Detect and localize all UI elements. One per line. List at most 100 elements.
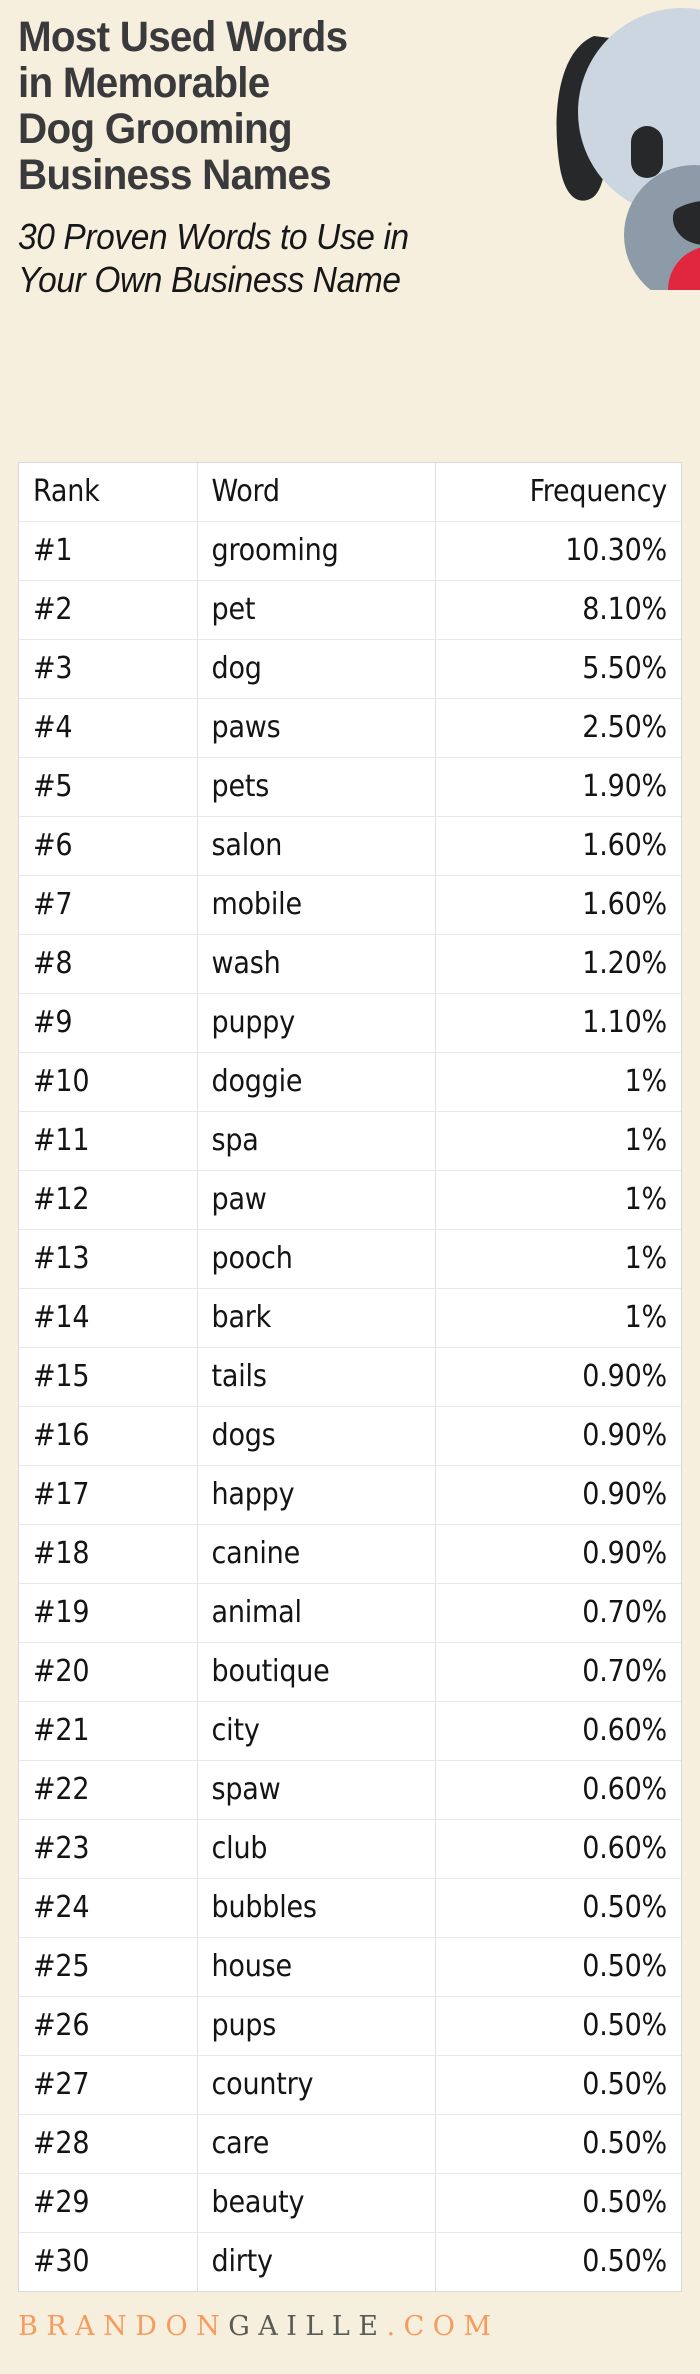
cell-frequency: 1% <box>435 1170 681 1230</box>
page-subtitle: 30 Proven Words to Use in Your Own Busin… <box>18 215 576 301</box>
cell-frequency: 0.60% <box>435 1760 681 1820</box>
cell-rank: #24 <box>19 1878 198 1938</box>
cell-rank: #16 <box>19 1406 198 1466</box>
cell-frequency: 0.60% <box>435 1701 681 1761</box>
cell-word: grooming <box>197 521 436 581</box>
table-header-row: Rank Word Frequency <box>19 463 681 522</box>
cell-word: pets <box>197 757 436 817</box>
table-row: #9 puppy 1.10% <box>19 993 681 1053</box>
cell-rank: #18 <box>19 1524 198 1584</box>
cell-rank: #20 <box>19 1642 198 1702</box>
cell-word: beauty <box>197 2173 436 2233</box>
cell-frequency: 0.50% <box>435 2055 681 2115</box>
cell-frequency: 1% <box>435 1111 681 1171</box>
cell-rank: #8 <box>19 934 198 994</box>
cell-rank: #9 <box>19 993 198 1053</box>
word-frequency-table: Rank Word Frequency #1 grooming 10.30% #2 pe… <box>19 463 681 2291</box>
cell-frequency: 0.90% <box>435 1524 681 1584</box>
cell-word: canine <box>197 1524 436 1584</box>
cell-rank: #6 <box>19 816 198 876</box>
title-line-1: Most Used Words <box>18 13 348 61</box>
cell-rank: #14 <box>19 1288 198 1348</box>
brand-text-gaille: GAILLE <box>228 2311 387 2342</box>
cell-frequency: 0.90% <box>435 1347 681 1407</box>
cell-word: bubbles <box>197 1878 436 1938</box>
brand-footer[interactable]: BRANDONGAILLE.COM <box>18 2312 682 2342</box>
cell-word: tails <box>197 1347 436 1407</box>
cell-word: house <box>197 1937 436 1997</box>
table-body: #1 grooming 10.30% #2 pet 8.10% #3 dog 5.50% #4 pa… <box>19 521 681 2291</box>
cell-word: paws <box>197 698 436 758</box>
cell-frequency: 1.90% <box>435 757 681 817</box>
title-line-4: Business Names <box>18 151 332 199</box>
dog-eye-icon <box>631 126 663 178</box>
table-row: #24 bubbles 0.50% <box>19 1878 681 1938</box>
cell-frequency: 1.10% <box>435 993 681 1053</box>
title-line-3: Dog Grooming <box>18 105 293 153</box>
table-row: #15 tails 0.90% <box>19 1347 681 1407</box>
cell-frequency: 0.50% <box>435 2173 681 2233</box>
cell-frequency: 0.90% <box>435 1406 681 1466</box>
table-row: #16 dogs 0.90% <box>19 1406 681 1466</box>
cell-rank: #25 <box>19 1937 198 1997</box>
cell-word: dog <box>197 639 436 699</box>
table-row: #26 pups 0.50% <box>19 1996 681 2056</box>
cell-word: animal <box>197 1583 436 1643</box>
table-row: #5 pets 1.90% <box>19 757 681 817</box>
table-row: #30 dirty 0.50% <box>19 2232 681 2291</box>
cell-rank: #17 <box>19 1465 198 1525</box>
cell-rank: #29 <box>19 2173 198 2233</box>
table-row: #21 city 0.60% <box>19 1701 681 1761</box>
brand-text-brandon: BRANDON <box>18 2311 229 2342</box>
cell-frequency: 5.50% <box>435 639 681 699</box>
cell-frequency: 0.50% <box>582 2243 667 2279</box>
cell-word: mobile <box>197 875 436 935</box>
cell-rank: #13 <box>19 1229 198 1289</box>
table-row: #22 spaw 0.60% <box>19 1760 681 1820</box>
cell-word: pups <box>197 1996 436 2056</box>
table-row: #7 mobile 1.60% <box>19 875 681 935</box>
table-row: #29 beauty 0.50% <box>19 2173 681 2233</box>
table-row: #20 boutique 0.70% <box>19 1642 681 1702</box>
cell-frequency: 0.50% <box>435 1996 681 2056</box>
dog-ear-icon <box>556 36 626 201</box>
title-line-2: in Memorable <box>18 59 270 107</box>
table-row: #27 country 0.50% <box>19 2055 681 2115</box>
table-row: #12 paw 1% <box>19 1170 681 1230</box>
table-row: #4 paws 2.50% <box>19 698 681 758</box>
cell-word: happy <box>197 1465 436 1525</box>
cell-frequency: 1.20% <box>435 934 681 994</box>
cell-word: pet <box>197 580 436 640</box>
cell-word: dirty <box>197 2232 436 2291</box>
cell-frequency: 0.50% <box>435 1878 681 1938</box>
brand-text-dotcom: .COM <box>386 2311 500 2342</box>
cell-frequency: 0.70% <box>435 1642 681 1702</box>
cell-word: salon <box>197 816 436 876</box>
cell-rank: #7 <box>19 875 198 935</box>
table-row: #14 bark 1% <box>19 1288 681 1348</box>
table-row: #23 club 0.60% <box>19 1819 681 1879</box>
cell-word: wash <box>197 934 436 994</box>
cell-frequency: 1.60% <box>435 875 681 935</box>
dog-muzzle-shape <box>624 165 700 290</box>
cell-rank: #26 <box>19 1996 198 2056</box>
cell-word: boutique <box>197 1642 436 1702</box>
cell-frequency: 0.90% <box>435 1465 681 1525</box>
cell-rank: #15 <box>19 1347 198 1407</box>
cell-word: puppy <box>197 993 436 1053</box>
cell-word: care <box>197 2114 436 2174</box>
dog-head-shape <box>578 8 700 216</box>
table-row: #1 grooming 10.30% <box>19 521 681 581</box>
cell-word: dogs <box>197 1406 436 1466</box>
cell-word: spaw <box>197 1760 436 1820</box>
cell-rank: #3 <box>19 639 198 699</box>
dog-tongue-icon <box>668 247 700 290</box>
cell-word: country <box>197 2055 436 2115</box>
cell-frequency: 10.30% <box>435 521 681 581</box>
column-header-word: Word <box>197 463 436 522</box>
table-row: #2 pet 8.10% <box>19 580 681 640</box>
subtitle-line-1: 30 Proven Words to Use in <box>18 216 409 257</box>
cell-rank: #2 <box>19 580 198 640</box>
cell-frequency: 1% <box>435 1052 681 1112</box>
cell-word: pooch <box>197 1229 436 1289</box>
